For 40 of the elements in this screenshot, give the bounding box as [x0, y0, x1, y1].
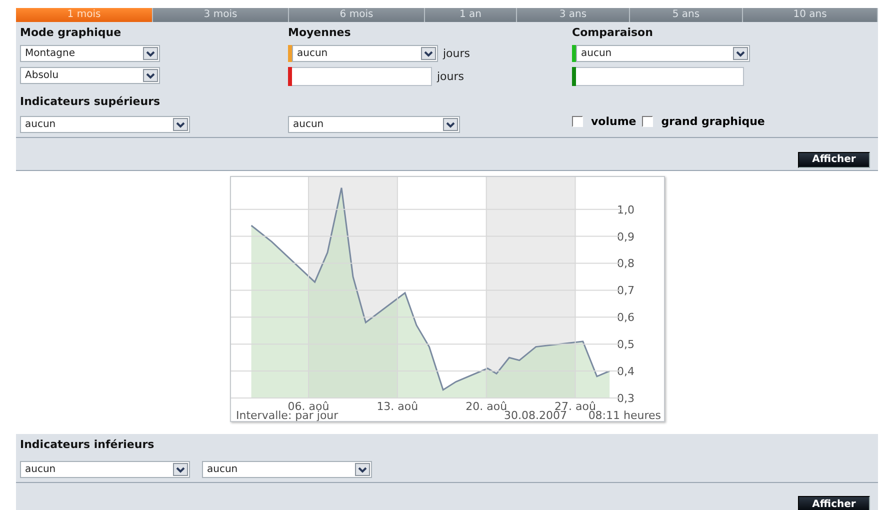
axis-label: 0,5	[617, 338, 634, 351]
unit-label: jours	[437, 70, 464, 83]
afficher-button[interactable]: Afficher	[798, 152, 870, 168]
dropdown-select[interactable]: aucun	[292, 45, 438, 62]
chevron-down-icon	[143, 47, 158, 60]
axis-label: 0,8	[617, 256, 634, 270]
chevron-down-icon	[143, 69, 158, 82]
dropdown-select[interactable]: aucun	[202, 460, 372, 478]
dropdown-select[interactable]: aucun	[288, 116, 460, 133]
axis-label: 1,0	[617, 202, 634, 216]
dropdown-select[interactable]: aucun	[20, 116, 190, 133]
text-input-field[interactable]	[576, 67, 744, 86]
dropdown-select[interactable]: Absolu	[20, 67, 160, 84]
chevron-down-icon	[733, 47, 748, 60]
chevron-down-icon	[443, 118, 458, 131]
checkbox[interactable]	[642, 116, 654, 126]
dropdown-select[interactable]: aucun	[20, 460, 190, 478]
section-heading: Moyennes	[288, 26, 352, 40]
chevron-down-icon	[421, 47, 436, 60]
section-heading: Indicateurs supérieurs	[20, 94, 162, 109]
section-heading: Comparaison	[572, 26, 654, 40]
axis-label: 13. aoû	[376, 400, 418, 412]
unit-label: jours	[443, 47, 470, 60]
dropdown-select[interactable]: Montagne	[20, 45, 160, 62]
axis-label: 0,4	[617, 364, 634, 378]
checkbox-label: volume	[591, 114, 636, 128]
chevron-down-icon	[173, 118, 188, 131]
axis-label: 0,9	[617, 230, 634, 243]
checkbox-label: grand graphique	[661, 114, 765, 128]
section-heading: Indicateurs inférieurs	[20, 438, 156, 452]
chevron-down-icon	[173, 462, 188, 476]
checkbox[interactable]	[572, 116, 583, 126]
axis-label: 0,3	[617, 392, 634, 404]
section-heading: Mode graphique	[20, 26, 122, 40]
axis-label: 0,6	[617, 310, 634, 324]
chevron-down-icon	[355, 462, 370, 476]
dropdown-select[interactable]: aucun	[576, 45, 750, 62]
text-input-field[interactable]	[292, 67, 432, 86]
axis-label: 0,7	[617, 284, 634, 297]
afficher-button[interactable]: Afficher	[798, 496, 870, 510]
